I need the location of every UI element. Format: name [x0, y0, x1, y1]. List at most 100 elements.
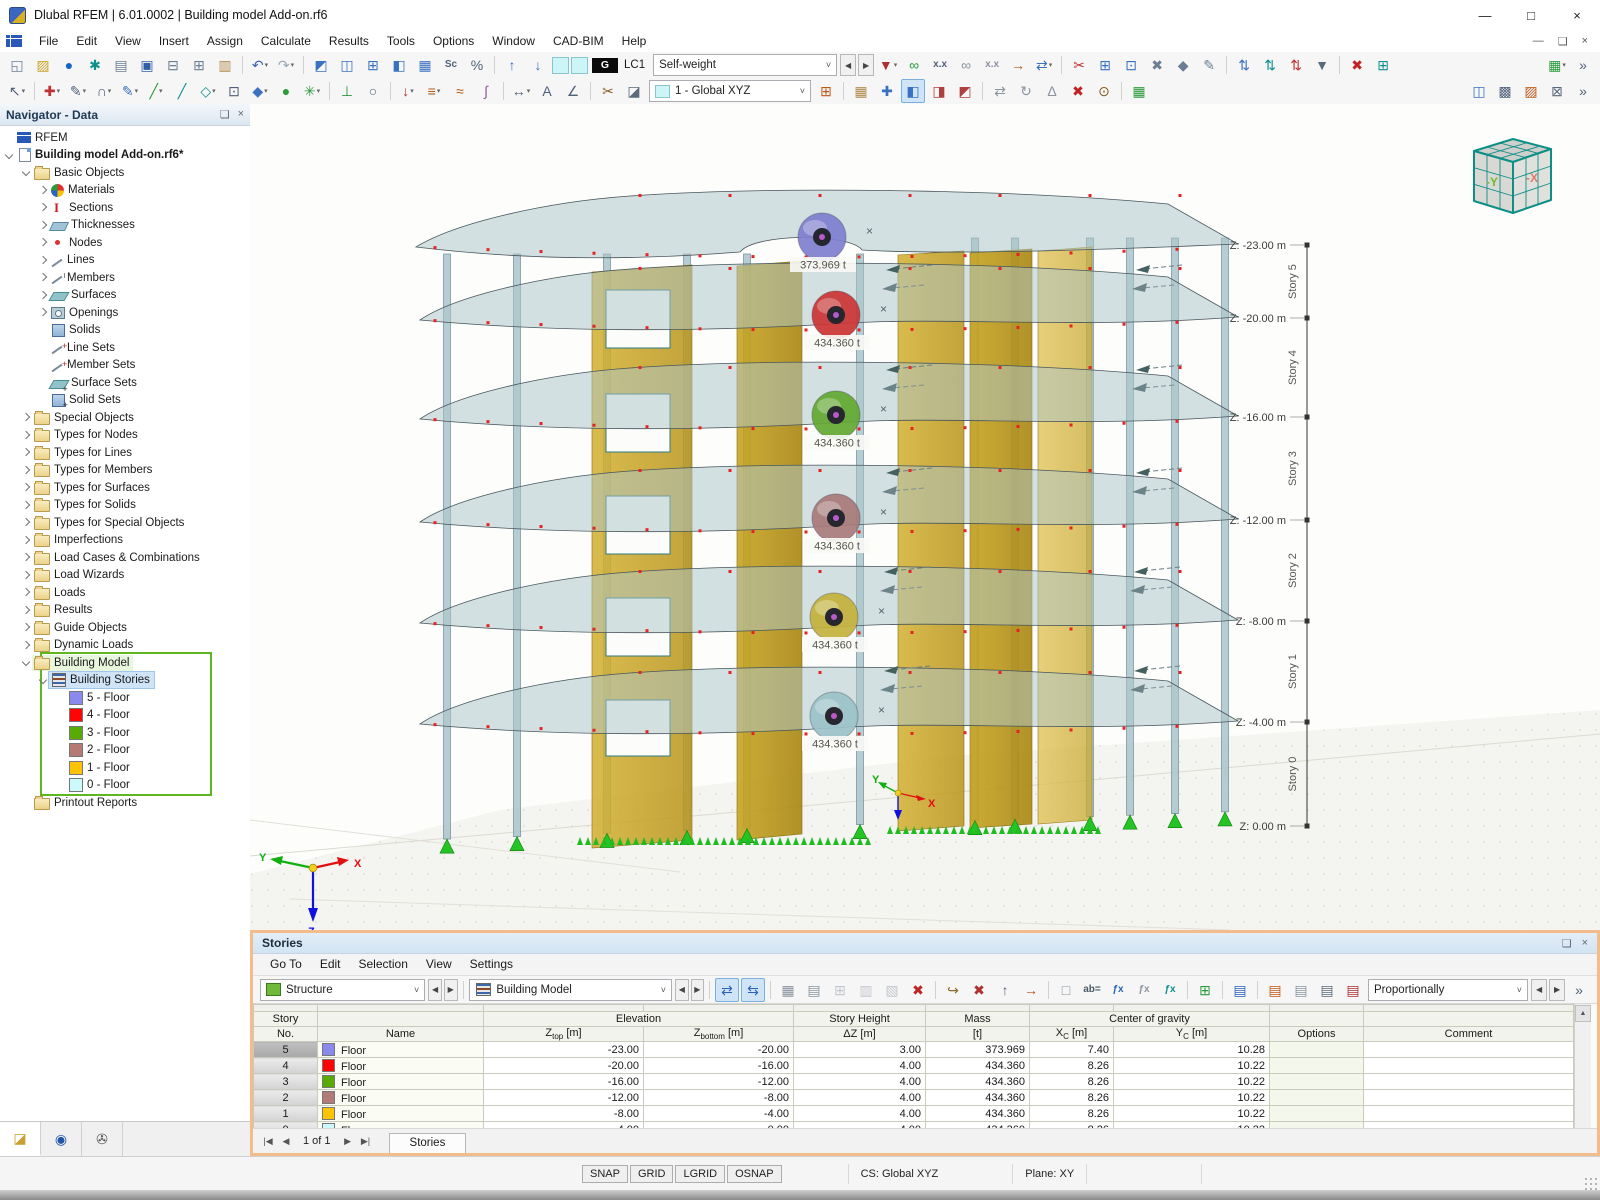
tree-item-load-wizards[interactable]: Load Wizards	[0, 567, 250, 585]
tree-item-nodes[interactable]: Nodes	[0, 234, 250, 252]
expand-chevron-icon[interactable]	[21, 552, 32, 563]
mdi-minimize-icon[interactable]: —	[1533, 35, 1544, 48]
stories-table[interactable]: Story Elevation Story Height Mass Center…	[253, 1004, 1574, 1128]
story-row-4[interactable]: 4Floor-20.00-16.004.00434.3608.2610.22	[254, 1058, 1574, 1074]
delete-objects-icon[interactable]: ✖	[1066, 79, 1090, 103]
plane-yz-icon[interactable]: ◨	[927, 79, 951, 103]
story-row-2[interactable]: 2Floor-12.00-8.004.00434.3608.2610.22	[254, 1090, 1574, 1106]
isometric-view-icon[interactable]: ◩	[309, 53, 333, 77]
story-comment-cell[interactable]	[1364, 1042, 1574, 1058]
new-node-icon[interactable]: ✚▾	[40, 79, 64, 103]
story-zbottom-cell[interactable]: -12.00	[644, 1074, 794, 1090]
clipping-box-icon[interactable]: ⊠	[1545, 79, 1569, 103]
story-options-cell[interactable]	[1270, 1106, 1364, 1122]
story-ztop-cell[interactable]: -12.00	[484, 1090, 644, 1106]
expand-chevron-icon[interactable]	[21, 587, 32, 598]
tree-item-building-model[interactable]: Building Model	[0, 654, 250, 672]
story-no-cell[interactable]: 4	[254, 1058, 318, 1074]
story-row-1[interactable]: 1Floor-8.00-4.004.00434.3608.2610.22	[254, 1106, 1574, 1122]
tree-item-types-for-surfaces[interactable]: Types for Surfaces	[0, 479, 250, 497]
menu-edit[interactable]: Edit	[67, 30, 106, 52]
new-member-load-icon[interactable]: ≡▾	[422, 79, 446, 103]
prev-load-case-button[interactable]: ◀	[840, 54, 856, 76]
copy-row-icon[interactable]: ↪	[941, 978, 965, 1002]
sc-icon[interactable]: Sc	[439, 53, 463, 77]
menu-file[interactable]: File	[30, 30, 67, 52]
calculator-icon[interactable]: ⊞	[1193, 978, 1217, 1002]
connect-members-icon[interactable]: ⊞	[1093, 53, 1117, 77]
prev-page-button[interactable]: ◀	[277, 1136, 295, 1147]
navigation-cube[interactable]: -Y -X	[1474, 139, 1551, 213]
story-mass-cell[interactable]: 434.360	[926, 1090, 1030, 1106]
story-zbottom-cell[interactable]: -16.00	[644, 1058, 794, 1074]
divide-line-icon[interactable]: ⊡	[1119, 53, 1143, 77]
tree-item-members[interactable]: Members	[0, 269, 250, 287]
tree-item-thicknesses[interactable]: Thicknesses	[0, 217, 250, 235]
structure-next-button[interactable]: ▶	[444, 979, 458, 1001]
dlubal-online-icon[interactable]: ●	[57, 53, 81, 77]
tree-item-load-cases-combinations[interactable]: Load Cases & Combinations	[0, 549, 250, 567]
expand-chevron-icon[interactable]	[38, 185, 49, 196]
story-options-cell[interactable]	[1270, 1058, 1364, 1074]
menu-view[interactable]: View	[106, 30, 150, 52]
structure-combo[interactable]: Structure ˅	[260, 979, 425, 1001]
story-dz-cell[interactable]: 4.00	[794, 1106, 926, 1122]
delete-icon[interactable]: ✖	[1345, 53, 1369, 77]
table-view-icon[interactable]: ▦	[776, 978, 800, 1002]
story-ztop-cell[interactable]: -20.00	[484, 1058, 644, 1074]
delete-all-rows-icon[interactable]: ✖	[906, 978, 930, 1002]
edit-in-table-icon[interactable]: ▦	[1127, 79, 1151, 103]
tree-item-surface-sets[interactable]: Surface Sets	[0, 374, 250, 392]
cube-face-minus-y[interactable]: -Y	[1486, 175, 1498, 189]
print-preview-icon[interactable]: ▤	[109, 53, 133, 77]
tree-item-surfaces[interactable]: Surfaces	[0, 287, 250, 305]
insert-row-icon[interactable]: ↑	[993, 978, 1017, 1002]
new-nodal-load-icon[interactable]: ↓▾	[396, 79, 420, 103]
menu-insert[interactable]: Insert	[150, 30, 198, 52]
expand-chevron-icon[interactable]	[38, 220, 49, 231]
mdi-close-icon[interactable]: ×	[1582, 35, 1588, 48]
model-viewport-3d[interactable]: 373.969 t×434.360 t×434.360 t×434.360 t×…	[250, 104, 1600, 930]
stories-menu-settings[interactable]: Settings	[461, 954, 522, 975]
new-support-icon[interactable]: ⊥	[335, 79, 359, 103]
model-next-button[interactable]: ▶	[691, 979, 705, 1001]
new-surface-icon[interactable]: ◇▾	[196, 79, 220, 103]
story-comment-cell[interactable]	[1364, 1090, 1574, 1106]
clipboard-icon[interactable]: ▥	[213, 53, 237, 77]
story-comment-cell[interactable]	[1364, 1058, 1574, 1074]
coordinate-system-combo[interactable]: 1 - Global XYZ ˅	[649, 80, 811, 102]
expand-chevron-icon[interactable]	[4, 150, 15, 161]
expand-chevron-icon[interactable]	[21, 640, 32, 651]
row-height-mode-combo[interactable]: Proportionally ˅	[1368, 979, 1528, 1001]
tree-item-loads[interactable]: Loads	[0, 584, 250, 602]
node-on-line-icon[interactable]: ●	[274, 79, 298, 103]
story-name-cell[interactable]: Floor	[318, 1042, 484, 1058]
move-copy-icon[interactable]: ⇄	[988, 79, 1012, 103]
new-member-icon[interactable]: ╱▾	[144, 79, 168, 103]
story-name-cell[interactable]: Floor	[318, 1074, 484, 1090]
regenerate-icon[interactable]: ⇄▾	[1032, 53, 1056, 77]
snap-points-icon[interactable]: ✚	[875, 79, 899, 103]
intersect-icon[interactable]: ✖	[1145, 53, 1169, 77]
stories-menu-edit[interactable]: Edit	[311, 954, 350, 975]
percent-icon[interactable]: %	[465, 53, 489, 77]
status-toggle-lgrid[interactable]: LGRID	[675, 1165, 725, 1183]
story-row-3[interactable]: 3Floor-16.00-12.004.00434.3608.2610.22	[254, 1074, 1574, 1090]
story-ztop-cell[interactable]: -8.00	[484, 1106, 644, 1122]
copy-icon[interactable]: ⊞	[187, 53, 211, 77]
new-line-icon[interactable]: ✎▾	[66, 79, 90, 103]
title-bar[interactable]: Dlubal RFEM | 6.01.0002 | Building model…	[0, 0, 1600, 31]
tree-item-line-sets[interactable]: Line Sets	[0, 339, 250, 357]
story-comment-cell[interactable]	[1364, 1106, 1574, 1122]
expand-chevron-icon[interactable]	[21, 500, 32, 511]
expand-chevron-icon[interactable]	[38, 290, 49, 301]
tree-item-3-floor[interactable]: 3 - Floor	[0, 724, 250, 742]
next-page-button[interactable]: ▶	[339, 1136, 357, 1147]
dimension-icon[interactable]: ↔▾	[509, 79, 533, 103]
tree-item-member-sets[interactable]: Member Sets	[0, 357, 250, 375]
tree-item-0-floor[interactable]: 0 - Floor	[0, 777, 250, 795]
story-yc-cell[interactable]: 10.22	[1114, 1106, 1270, 1122]
cube-face-minus-x[interactable]: -X	[1526, 171, 1538, 185]
expand-chevron-icon[interactable]	[21, 412, 32, 423]
structure-prev-button[interactable]: ◀	[428, 979, 442, 1001]
